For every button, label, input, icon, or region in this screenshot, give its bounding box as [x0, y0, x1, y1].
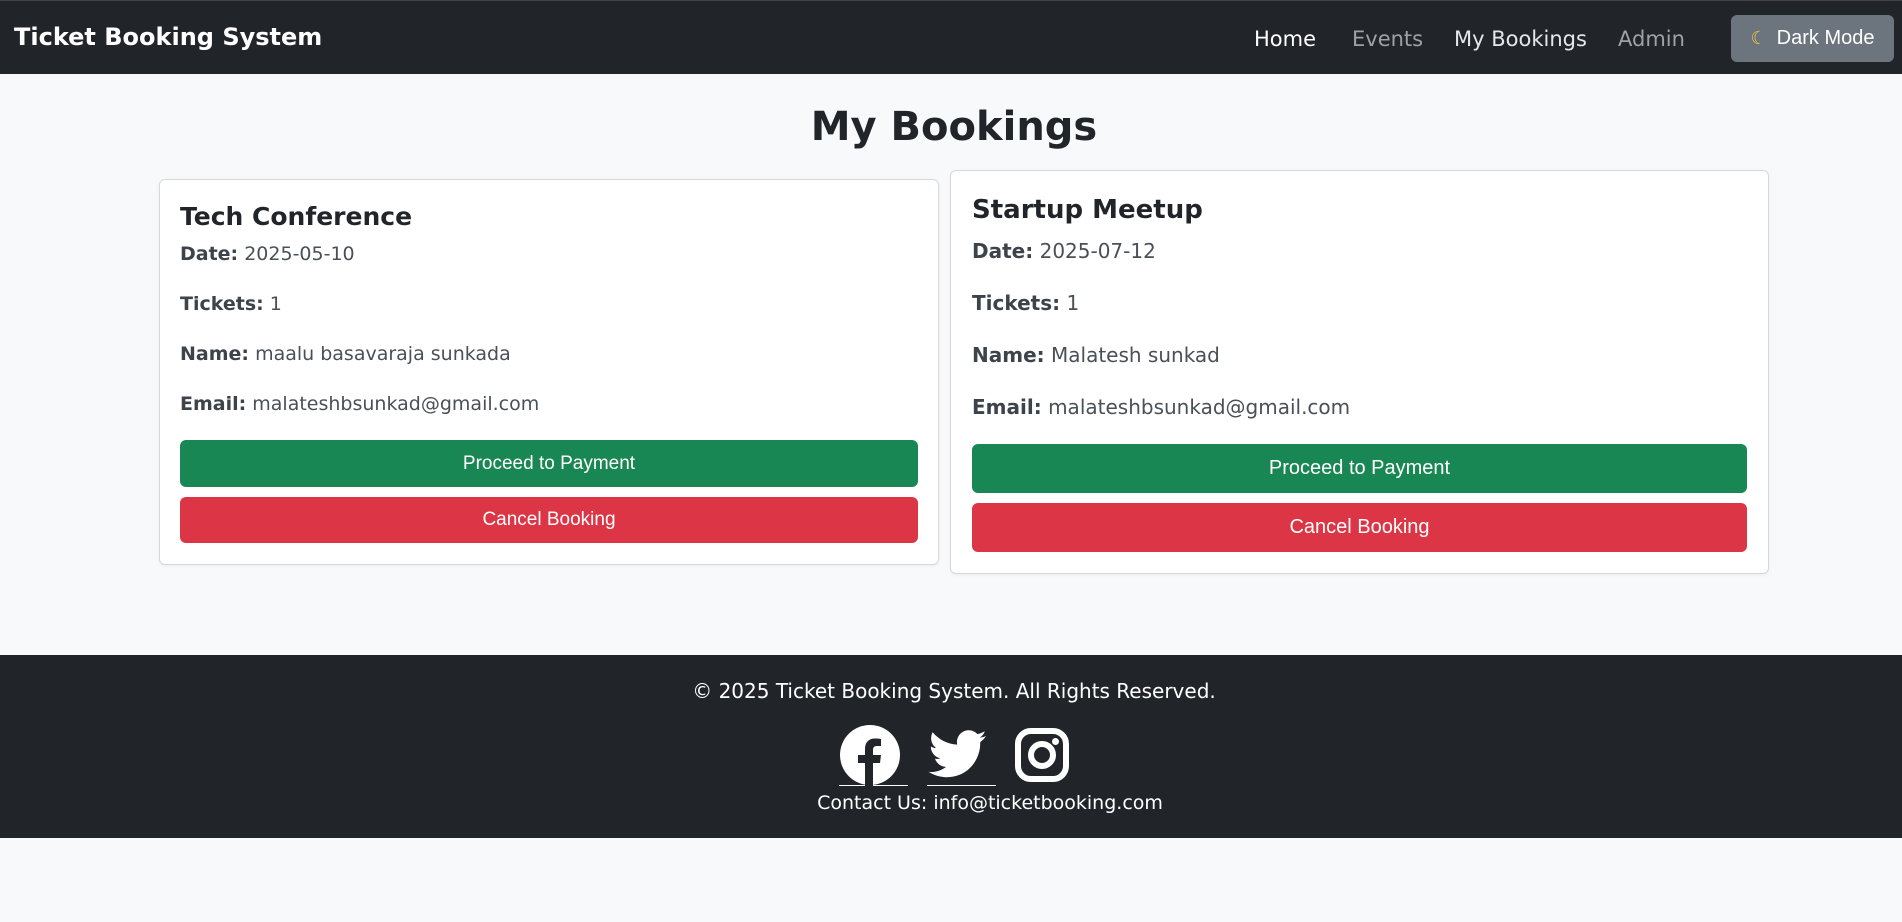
name-label: Name: — [180, 343, 250, 365]
booking-card: Tech Conference Date: 2025-05-10 Tickets… — [159, 179, 939, 565]
nav-link-home[interactable]: Home — [1254, 27, 1316, 51]
social-links — [0, 724, 1902, 786]
moon-icon: ☾ — [1750, 28, 1767, 48]
name-label: Name: — [972, 343, 1045, 367]
nav-link-events[interactable]: Events — [1352, 27, 1423, 51]
brand-title[interactable]: Ticket Booking System — [14, 23, 322, 51]
instagram-link[interactable] — [1014, 724, 1070, 786]
instagram-icon — [1014, 724, 1070, 786]
name-value: Malatesh sunkad — [1051, 343, 1220, 367]
booking-email: Email: malateshbsunkad@gmail.com — [180, 393, 539, 415]
booking-email: Email: malateshbsunkad@gmail.com — [972, 395, 1350, 419]
navbar: Ticket Booking System Home Events My Boo… — [0, 0, 1902, 74]
cancel-booking-button[interactable]: Cancel Booking — [972, 503, 1747, 552]
dark-mode-button[interactable]: ☾ Dark Mode — [1731, 15, 1894, 62]
booking-name: Name: Malatesh sunkad — [972, 343, 1220, 367]
footer: © 2025 Ticket Booking System. All Rights… — [0, 655, 1902, 838]
tickets-label: Tickets: — [972, 291, 1061, 315]
email-label: Email: — [180, 393, 247, 415]
booking-event-title: Tech Conference — [180, 202, 413, 231]
facebook-icon — [839, 724, 908, 786]
tickets-value: 1 — [1066, 291, 1080, 315]
twitter-icon — [927, 724, 996, 786]
booking-card: Startup Meetup Date: 2025-07-12 Tickets:… — [950, 170, 1769, 574]
facebook-link[interactable] — [839, 724, 908, 786]
email-value: malateshbsunkad@gmail.com — [1048, 395, 1351, 419]
booking-date: Date: 2025-05-10 — [180, 243, 355, 265]
proceed-to-payment-button[interactable]: Proceed to Payment — [972, 444, 1747, 493]
twitter-link[interactable] — [927, 724, 996, 786]
proceed-to-payment-button[interactable]: Proceed to Payment — [180, 440, 918, 487]
tickets-label: Tickets: — [180, 293, 264, 315]
booking-name: Name: maalu basavaraja sunkada — [180, 343, 511, 365]
booking-date: Date: 2025-07-12 — [972, 239, 1156, 263]
email-label: Email: — [972, 395, 1042, 419]
date-value: 2025-07-12 — [1039, 239, 1156, 263]
email-value: malateshbsunkad@gmail.com — [252, 393, 540, 415]
nav-link-my-bookings[interactable]: My Bookings — [1454, 27, 1587, 51]
booking-tickets: Tickets: 1 — [180, 293, 282, 315]
date-label: Date: — [972, 239, 1034, 263]
copyright-text: © 2025 Ticket Booking System. All Rights… — [692, 679, 1216, 703]
contact-prefix: Contact Us: — [817, 792, 928, 814]
name-value: maalu basavaraja sunkada — [255, 343, 511, 365]
booking-tickets: Tickets: 1 — [972, 291, 1079, 315]
date-label: Date: — [180, 243, 239, 265]
contact-line: Contact Us: info@ticketbooking.com — [0, 792, 1902, 814]
nav-link-admin[interactable]: Admin — [1618, 27, 1685, 51]
contact-email-link[interactable]: info@ticketbooking.com — [933, 792, 1163, 814]
tickets-value: 1 — [269, 293, 282, 315]
page-title: My Bookings — [810, 104, 1098, 150]
dark-mode-label: Dark Mode — [1776, 27, 1875, 49]
cancel-booking-button[interactable]: Cancel Booking — [180, 497, 918, 543]
date-value: 2025-05-10 — [244, 243, 355, 265]
booking-event-title: Startup Meetup — [972, 195, 1203, 225]
